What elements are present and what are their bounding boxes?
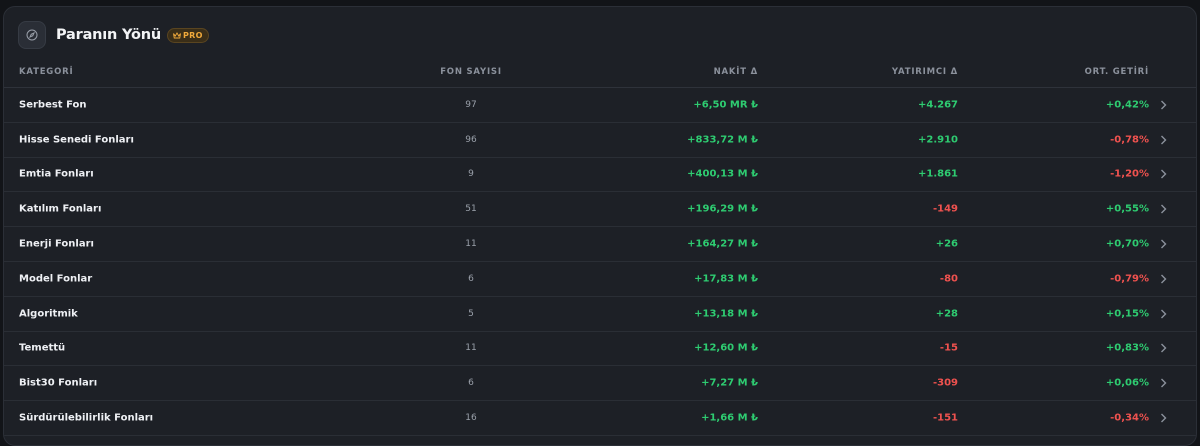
table-row[interactable]: Algoritmik 5 +13,18 M ₺ +28 +0,15% <box>4 297 1196 332</box>
table-header: KATEGORİ FON SAYISI NAKİT Δ YATIRIMCI Δ … <box>4 59 1196 88</box>
category-name: Serbest Fon <box>19 99 87 111</box>
investor-delta: +2.910 <box>917 134 958 146</box>
cash-flow-delta: +12,60 M ₺ <box>694 342 758 354</box>
avg-return: -0,79% <box>1110 273 1149 285</box>
fund-count-value: 97 <box>465 99 477 110</box>
cash-flow-delta: +400,13 M ₺ <box>687 168 758 180</box>
chevron-right-icon[interactable] <box>1158 378 1168 388</box>
chevron-right-icon[interactable] <box>1158 135 1168 145</box>
chevron-right-icon[interactable] <box>1158 100 1168 110</box>
category-name: Hisse Senedi Fonları <box>19 134 134 146</box>
category-name: Katılım Fonları <box>19 203 102 215</box>
investor-delta: -309 <box>932 377 958 389</box>
cash-flow-delta: +17,83 M ₺ <box>694 273 758 285</box>
avg-return: +0,83% <box>1105 342 1149 354</box>
category-name: Bist30 Fonları <box>19 377 98 389</box>
chevron-right-icon[interactable] <box>1158 309 1168 319</box>
fund-count-value: 96 <box>465 134 477 145</box>
avg-return: +0,70% <box>1105 238 1149 250</box>
chevron-right-icon[interactable] <box>1158 413 1168 423</box>
fund-count-value: 5 <box>468 308 474 319</box>
table-row[interactable]: Temettü 11 +12,60 M ₺ -15 +0,83% <box>4 332 1196 367</box>
fund-count-value: 6 <box>468 273 474 284</box>
cash-flow-delta: +833,72 M ₺ <box>687 134 758 146</box>
investor-delta: +28 <box>935 308 958 320</box>
paranin-yonu-card: Paranın Yönü PRO KATEGORİ FON SAYISI NAK… <box>3 6 1197 446</box>
investor-delta: -149 <box>932 203 958 215</box>
column-header-yatirimci[interactable]: YATIRIMCI Δ <box>892 67 958 77</box>
pro-badge-label: PRO <box>183 30 203 40</box>
table-row[interactable]: Emtia Fonları 9 +400,13 M ₺ +1.861 -1,20% <box>4 158 1196 193</box>
fund-count-value: 9 <box>468 169 474 180</box>
category-name: Emtia Fonları <box>19 168 94 180</box>
chevron-right-icon[interactable] <box>1158 239 1168 249</box>
fund-count-value: 16 <box>465 413 477 424</box>
avg-return: +0,42% <box>1105 99 1149 111</box>
table-row[interactable]: Serbest Fon 97 +6,50 MR ₺ +4.267 +0,42% <box>4 88 1196 123</box>
avg-return: -0,78% <box>1110 134 1149 146</box>
chevron-right-icon[interactable] <box>1158 274 1168 284</box>
card-header: Paranın Yönü PRO <box>18 20 209 50</box>
card-title: Paranın Yönü <box>56 27 161 43</box>
fund-count-value: 51 <box>465 204 477 215</box>
table-row[interactable]: Model Fonlar 6 +17,83 M ₺ -80 -0,79% <box>4 262 1196 297</box>
table-row[interactable]: Hisse Senedi Fonları 96 +833,72 M ₺ +2.910 -… <box>4 123 1196 158</box>
fund-count-value: 11 <box>465 239 477 250</box>
investor-delta: +4.267 <box>917 99 958 111</box>
investor-delta: +1.861 <box>917 168 958 180</box>
cash-flow-delta: +6,50 MR ₺ <box>693 99 758 111</box>
table-row[interactable]: Enerji Fonları 11 +164,27 M ₺ +26 +0,70% <box>4 227 1196 262</box>
avg-return: -0,34% <box>1110 412 1149 424</box>
investor-delta: +26 <box>935 238 958 250</box>
avg-return: +0,15% <box>1105 308 1149 320</box>
avg-return: -1,20% <box>1110 168 1149 180</box>
cash-flow-delta: +13,18 M ₺ <box>694 308 758 320</box>
table-row[interactable]: Sürdürülebilirlik Fonları 16 +1,66 M ₺ -151… <box>4 401 1196 436</box>
pro-badge: PRO <box>167 27 209 43</box>
fund-count-value: 11 <box>465 343 477 354</box>
investor-delta: -15 <box>939 342 958 354</box>
cash-flow-delta: +1,66 M ₺ <box>701 412 758 424</box>
category-name: Algoritmik <box>19 308 78 320</box>
table-row[interactable]: Katılım Fonları 51 +196,29 M ₺ -149 +0,55% <box>4 192 1196 228</box>
chevron-right-icon[interactable] <box>1158 204 1168 214</box>
compass-icon <box>18 21 46 49</box>
investor-delta: -151 <box>932 412 958 424</box>
column-header-nakit[interactable]: NAKİT Δ <box>714 67 758 77</box>
avg-return: +0,06% <box>1105 377 1149 389</box>
fund-count-value: 6 <box>468 378 474 389</box>
cash-flow-delta: +7,27 M ₺ <box>701 377 758 389</box>
cash-flow-delta: +164,27 M ₺ <box>687 238 758 250</box>
column-header-fon-sayisi-label: FON SAYISI <box>440 67 502 77</box>
investor-delta: -80 <box>939 273 958 285</box>
chevron-right-icon[interactable] <box>1158 343 1168 353</box>
category-name: Temettü <box>19 342 66 354</box>
column-header-ort-getiri[interactable]: ORT. GETİRİ <box>1085 67 1149 77</box>
chevron-right-icon[interactable] <box>1158 169 1168 179</box>
category-name: Model Fonlar <box>19 273 93 285</box>
crown-icon <box>173 31 181 39</box>
avg-return: +0,55% <box>1105 203 1149 215</box>
cash-flow-delta: +196,29 M ₺ <box>687 203 758 215</box>
category-name: Enerji Fonları <box>19 238 94 250</box>
table-body: Serbest Fon 97 +6,50 MR ₺ +4.267 +0,42% Hisse… <box>4 88 1196 436</box>
column-header-kategori[interactable]: KATEGORİ <box>19 67 73 77</box>
category-name: Sürdürülebilirlik Fonları <box>19 412 154 424</box>
table-row[interactable]: Bist30 Fonları 6 +7,27 M ₺ -309 +0,06% <box>4 366 1196 402</box>
